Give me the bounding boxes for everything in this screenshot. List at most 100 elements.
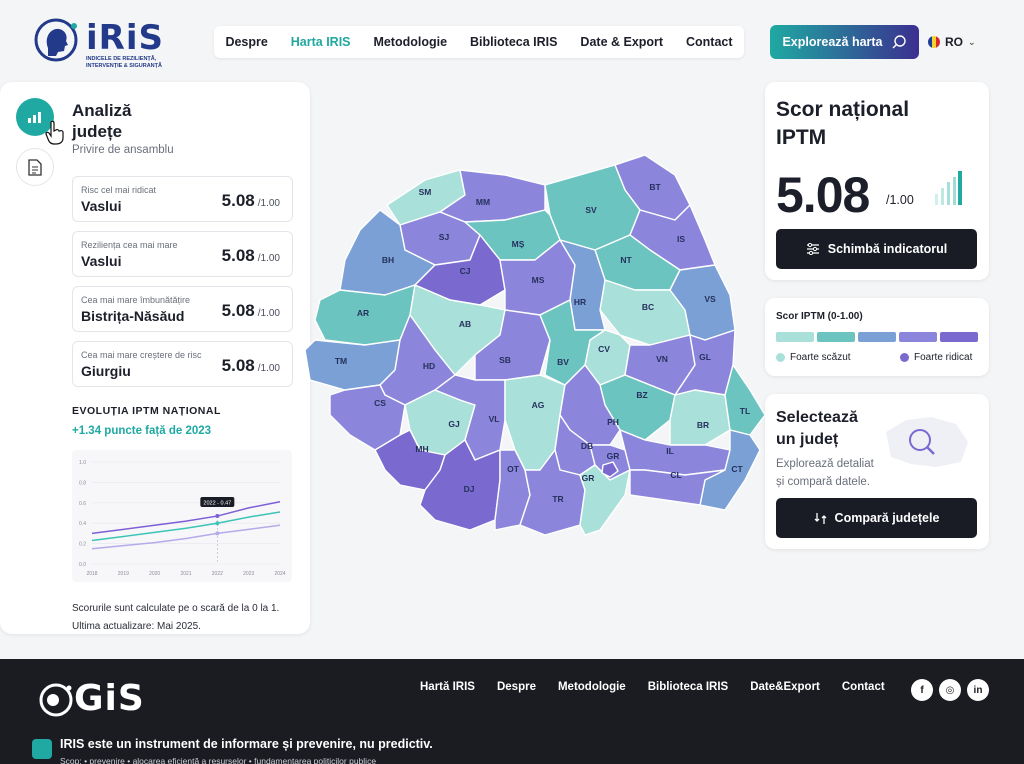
x-tick-label: 2024 [274,571,285,577]
county-label-NT: NT [620,255,632,265]
footer-nav-harta[interactable]: Hartă IRIS [420,681,475,693]
stat-county: Bistrița-Năsăud [81,308,185,324]
county-label-CJ: CJ [460,266,471,276]
nav-biblioteca[interactable]: Biblioteca IRIS [470,35,558,49]
compare-icon [814,512,827,524]
compare-counties-button[interactable]: Compară județele [776,498,977,538]
logo-head-icon [34,18,78,62]
language-selector[interactable]: RO ⌄ [928,30,986,54]
nav-despre[interactable]: Despre [225,35,267,49]
county-label-IL: IL [666,446,674,456]
county-label-AR: AR [357,308,369,318]
county-label-HD: HD [423,361,435,371]
county-label-BH: BH [382,255,394,265]
sliders-icon [806,243,819,255]
gis-logo[interactable]: GiS [38,678,145,719]
stat-card-biggest-risk-increase[interactable]: Cea mai mare creștere de risc Giurgiu 5.… [72,341,293,387]
select-county-title: Selectează un județ [776,409,858,448]
county-label-GL: GL [699,352,711,362]
county-label-CT: CT [731,464,743,474]
x-tick-label: 2018 [86,571,97,577]
legend-swatch-1 [776,332,814,342]
county-label-SM: SM [419,187,432,197]
legend-color-scale [776,332,978,342]
change-indicator-label: Schimbă indicatorul [827,242,948,256]
instagram-icon[interactable]: ◎ [939,679,961,701]
nav-date-export[interactable]: Date & Export [580,35,663,49]
signal-bars-icon [935,171,962,205]
iptm-evolution-chart[interactable]: 1.0 0.8 0.6 0.4 0.2 0.02018 2019 2020 2021 2022 20… [72,450,292,582]
stat-card-highest-risk[interactable]: Risc cel mai ridicat Vaslui 5.08/1.00 [72,176,293,222]
series-point-1 [215,514,220,519]
footer-nav-biblioteca[interactable]: Biblioteca IRIS [648,681,729,693]
romania-county-map[interactable]: SM MM BT SV IS SJ MȘ BH CJ NT BC VS MS HR AR AB TM SB CV VN… [305,150,765,540]
county-label-SV: SV [585,205,597,215]
change-indicator-button[interactable]: Schimbă indicatorul [776,229,977,269]
stat-county: Vaslui [81,198,122,214]
legend-swatch-2 [817,332,855,342]
x-tick-label: 2022 [212,571,223,577]
footer-nav: Hartă IRIS Despre Metodologie Biblioteca… [420,681,885,693]
county-label-MȘ: MȘ [512,239,525,249]
county-label-TR: TR [552,494,563,504]
nav-harta-iris[interactable]: Harta IRIS [291,35,351,49]
county-label-CV: CV [598,344,610,354]
stat-county: Vaslui [81,253,122,269]
county-label-BZ: BZ [636,390,647,400]
stat-value: 5.08/1.00 [221,356,280,375]
legend-high-label: Foarte ridicat [914,352,973,363]
county-label-CS: CS [374,398,386,408]
iris-logo[interactable]: iRiS INDICELE DE REZILIENȚĂ, INTERVENȚIE… [34,18,174,69]
y-tick-label: 0.8 [79,480,86,486]
footer-nav-despre[interactable]: Despre [497,681,536,693]
report-tab-button[interactable] [16,148,54,186]
y-tick-label: 0.0 [79,562,86,568]
county-label-BC: BC [642,302,654,312]
language-code: RO [945,35,963,49]
county-label-SJ: SJ [439,232,450,242]
county-label-AG: AG [532,400,545,410]
county-label-DB: DB [581,441,593,451]
compare-counties-label: Compară județele [834,511,940,525]
footer-nav-contact[interactable]: Contact [842,681,885,693]
romania-flag-icon [928,36,940,48]
county-label-VL: VL [489,414,500,424]
county-label-GJ: GJ [448,419,460,429]
national-score-value: 5.08 [776,167,870,223]
panel-title: Analiză județe [72,101,132,141]
county-label-MS: MS [532,275,545,285]
stat-value: 5.08/1.00 [221,246,280,265]
county-label-GR: GR [607,451,620,461]
footer-nav-metodologie[interactable]: Metodologie [558,681,626,693]
stat-value: 5.08/1.00 [221,301,280,320]
nav-metodologie[interactable]: Metodologie [373,35,447,49]
county-label-DJ: DJ [464,484,475,494]
county-BR[interactable] [669,389,731,446]
footer-scope: Scop: • prevenire • alocarea eficientă a… [60,756,377,764]
stat-card-biggest-improvement[interactable]: Cea mai mare îmbunătățire Bistrița-Năsău… [72,286,293,332]
hand-cursor-icon [45,120,64,145]
footer-tagline: IRIS este un instrument de informare și … [60,737,433,751]
footer-nav-date-export[interactable]: Date&Export [750,681,820,693]
county-label-MH: MH [415,444,428,454]
stat-card-highest-resilience[interactable]: Reziliența cea mai mare Vaslui 5.08/1.00 [72,231,293,277]
info-badge-icon [32,739,52,759]
stat-value: 5.08/1.00 [221,191,280,210]
county-label-VN: VN [656,354,668,364]
county-TL[interactable] [724,364,765,436]
national-score-title: Scor național IPTM [776,98,910,149]
explore-map-button[interactable]: Explorează harta [770,25,919,59]
chevron-down-icon: ⌄ [968,36,976,47]
linkedin-icon[interactable]: in [967,679,989,701]
facebook-icon[interactable]: f [911,679,933,701]
legend-low: Foarte scăzut [776,352,851,363]
footnote-scale: Scorurile sunt calculate pe o scară de l… [72,603,280,614]
x-tick-label: 2019 [118,571,129,577]
document-icon [28,158,42,176]
x-tick-label: 2023 [243,571,254,577]
y-tick-label: 0.6 [79,501,86,507]
nav-contact[interactable]: Contact [686,35,733,49]
county-label-HR: HR [574,297,586,307]
y-tick-label: 1.0 [79,460,86,466]
tooltip-label: 2022 - 0.47 [203,501,231,507]
